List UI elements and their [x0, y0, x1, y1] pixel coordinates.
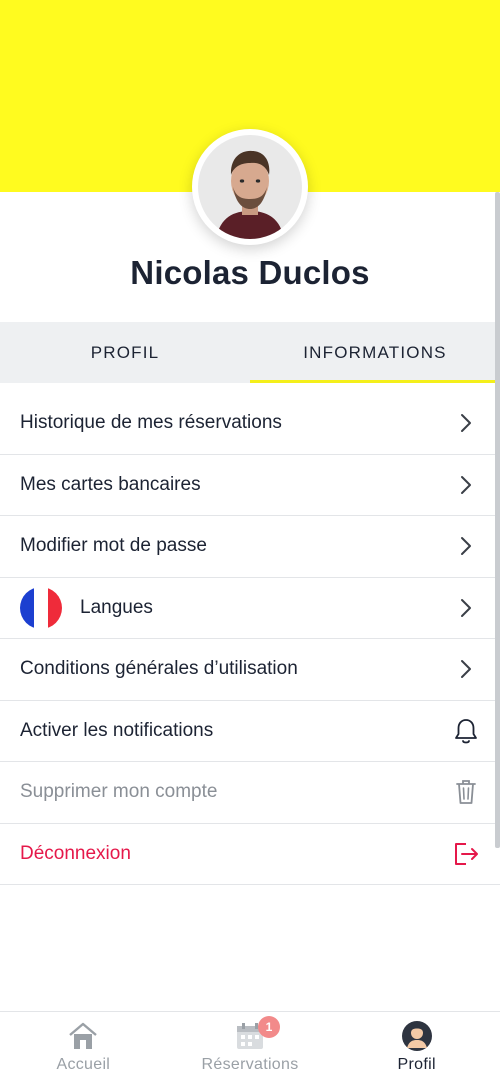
trash-icon — [452, 778, 480, 806]
profile-tabs: PROFIL INFORMATIONS — [0, 322, 500, 383]
profile-avatar-icon — [401, 1020, 433, 1052]
scrollbar[interactable] — [495, 192, 500, 848]
menu-item-terms[interactable]: Conditions générales d’utilisation — [0, 639, 500, 701]
menu-item-notifications[interactable]: Activer les notifications — [0, 701, 500, 762]
chevron-right-icon — [452, 655, 480, 683]
tab-profil[interactable]: PROFIL — [0, 322, 250, 383]
menu-item-password[interactable]: Modifier mot de passe — [0, 516, 500, 578]
nav-label-bookings: Réservations — [201, 1056, 299, 1073]
tab-informations[interactable]: INFORMATIONS — [250, 322, 500, 383]
menu-item-history[interactable]: Historique de mes réservations — [0, 393, 500, 455]
bookings-badge: 1 — [258, 1016, 280, 1038]
menu-item-label: Langues — [80, 596, 153, 618]
menu-item-label: Conditions générales d’utilisation — [20, 658, 298, 680]
bottom-navigation: Accueil 1 Réservations Profil — [0, 1011, 500, 1082]
menu-item-label: Historique de mes réservations — [20, 412, 282, 434]
chevron-right-icon — [452, 409, 480, 437]
logout-icon — [452, 840, 480, 868]
nav-label-profile: Profil — [397, 1056, 436, 1073]
bell-icon[interactable] — [452, 717, 480, 745]
profile-name: Nicolas Duclos — [130, 254, 370, 291]
menu-item-label: Mes cartes bancaires — [20, 473, 201, 495]
avatar — [192, 129, 308, 245]
chevron-right-icon — [452, 594, 480, 622]
home-icon — [67, 1020, 99, 1052]
settings-menu: Historique de mes réservations Mes carte… — [0, 393, 500, 885]
nav-item-home[interactable]: Accueil — [0, 1012, 167, 1082]
menu-item-label: Activer les notifications — [20, 719, 214, 741]
chevron-right-icon — [452, 532, 480, 560]
avatar-photo — [198, 135, 302, 239]
menu-item-delete-account[interactable]: Supprimer mon compte — [0, 762, 500, 824]
menu-item-logout[interactable]: Déconnexion — [0, 824, 500, 885]
nav-item-bookings[interactable]: 1 Réservations — [167, 1012, 334, 1082]
france-flag-icon — [20, 586, 62, 629]
menu-item-label: Modifier mot de passe — [20, 535, 207, 557]
menu-item-label: Déconnexion — [20, 842, 131, 864]
menu-item-cards[interactable]: Mes cartes bancaires — [0, 455, 500, 516]
nav-label-home: Accueil — [56, 1056, 111, 1073]
menu-item-label: Supprimer mon compte — [20, 781, 218, 803]
nav-item-profile[interactable]: Profil — [333, 1012, 500, 1082]
menu-item-languages[interactable]: Langues — [0, 578, 500, 639]
calendar-icon: 1 — [234, 1016, 280, 1052]
chevron-right-icon — [452, 471, 480, 499]
